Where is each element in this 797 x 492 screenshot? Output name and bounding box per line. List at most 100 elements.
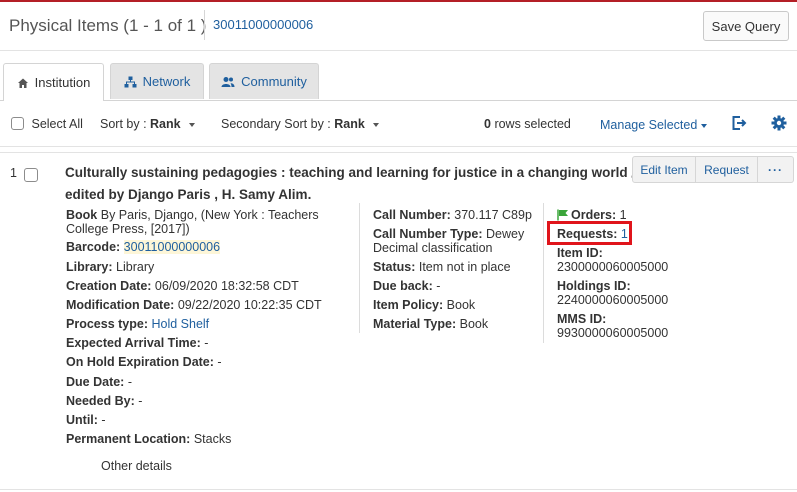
until-value: - bbox=[101, 413, 106, 427]
results-toolbar: Select All Sort by : Rank Secondary Sort… bbox=[0, 101, 797, 147]
item-policy-field: Item Policy: Book bbox=[373, 298, 475, 312]
status-value: Item not in place bbox=[418, 260, 511, 274]
select-all-checkbox[interactable] bbox=[11, 117, 24, 130]
needed-by-value: - bbox=[138, 394, 143, 408]
until-field: Until: - bbox=[66, 413, 106, 427]
result-title-line1[interactable]: Culturally sustaining pedagogies : teach… bbox=[65, 165, 635, 181]
secondary-sort-label: Secondary Sort by : bbox=[221, 117, 331, 131]
status-label: Status: bbox=[373, 260, 416, 274]
sort-by-value: Rank bbox=[150, 117, 181, 131]
tab-network-label: Network bbox=[142, 74, 191, 89]
scope-tabs: Institution Network Community bbox=[0, 63, 797, 101]
call-number-type-label: Call Number Type: bbox=[373, 227, 483, 241]
sort-by-dropdown[interactable]: Sort by : Rank bbox=[100, 117, 195, 131]
call-number-label: Call Number: bbox=[373, 208, 451, 222]
rows-selected-text: rows selected bbox=[494, 117, 571, 131]
other-details-link[interactable]: Other details bbox=[101, 459, 172, 473]
chevron-down-icon bbox=[701, 123, 708, 128]
barcode-value[interactable]: 30011000000006 bbox=[123, 240, 221, 254]
request-button[interactable]: Request bbox=[696, 156, 758, 183]
material-type-label: Material Type: bbox=[373, 317, 457, 331]
barcode-field: Barcode: 30011000000006 bbox=[66, 240, 221, 254]
sort-by-label: Sort by : bbox=[100, 117, 147, 131]
library-value: Library bbox=[116, 260, 155, 274]
mms-id-value: 9930000060005000 bbox=[557, 326, 669, 340]
permanent-location-field: Permanent Location: Stacks bbox=[66, 432, 231, 446]
process-type-label: Process type: bbox=[66, 317, 148, 331]
creation-date-label: Creation Date: bbox=[66, 279, 152, 293]
more-actions-button[interactable]: ··· bbox=[758, 156, 794, 183]
book-info-line1: Book By Paris, Django, (New York : Teach… bbox=[66, 208, 319, 222]
tab-institution[interactable]: Institution bbox=[3, 63, 104, 101]
needed-by-label: Needed By: bbox=[66, 394, 135, 408]
secondary-sort-value: Rank bbox=[334, 117, 365, 131]
result-row: 1 Culturally sustaining pedagogies : tea… bbox=[0, 152, 797, 490]
orders-value: 1 bbox=[619, 208, 627, 222]
save-query-button[interactable]: Save Query bbox=[703, 11, 789, 41]
material-type-value: Book bbox=[459, 317, 489, 331]
due-date-label: Due Date: bbox=[66, 375, 125, 389]
barcode-label: Barcode: bbox=[66, 240, 121, 254]
result-index: 1 bbox=[10, 166, 17, 180]
item-id-label: Item ID: bbox=[557, 246, 603, 260]
expected-arrival-label: Expected Arrival Time: bbox=[66, 336, 201, 350]
tab-community-label: Community bbox=[241, 74, 307, 89]
due-date-field: Due Date: - bbox=[66, 375, 132, 389]
chevron-down-icon bbox=[372, 122, 379, 127]
call-number-type-field: Call Number Type: Dewey bbox=[373, 227, 524, 241]
tab-community[interactable]: Community bbox=[209, 63, 319, 99]
rows-selected-status: 0 rows selected bbox=[484, 117, 571, 131]
manage-selected-dropdown[interactable]: Manage Selected bbox=[600, 118, 708, 132]
select-all-control[interactable]: Select All bbox=[11, 117, 83, 131]
result-title-line2[interactable]: edited by Django Paris , H. Samy Alim. bbox=[65, 187, 311, 203]
holdings-id-value: 2240000060005000 bbox=[557, 293, 669, 307]
mms-id-label: MMS ID: bbox=[557, 312, 607, 326]
on-hold-expiration-value: - bbox=[217, 355, 222, 369]
page-title: Physical Items (1 - 1 of 1 ) bbox=[9, 16, 207, 35]
holdings-id-label: Holdings ID: bbox=[557, 279, 631, 293]
search-barcode-link[interactable]: 30011000000006 bbox=[204, 10, 313, 40]
rows-selected-count: 0 bbox=[484, 117, 491, 131]
modification-date-label: Modification Date: bbox=[66, 298, 175, 312]
tab-network[interactable]: Network bbox=[110, 63, 204, 99]
item-policy-value: Book bbox=[446, 298, 476, 312]
network-icon bbox=[124, 76, 137, 87]
page-header: Physical Items (1 - 1 of 1 ) 30011000000… bbox=[0, 2, 797, 51]
tab-institution-label: Institution bbox=[34, 75, 91, 90]
creation-date-value: 06/09/2020 18:32:58 CDT bbox=[154, 279, 299, 293]
call-number-value: 370.117 C89p bbox=[454, 208, 532, 222]
gear-icon[interactable] bbox=[771, 115, 787, 131]
process-type-field: Process type: Hold Shelf bbox=[66, 317, 209, 331]
due-back-value: - bbox=[436, 279, 441, 293]
column-divider bbox=[359, 203, 360, 333]
library-label: Library: bbox=[66, 260, 113, 274]
status-field: Status: Item not in place bbox=[373, 260, 511, 274]
modification-date-value: 09/22/2020 10:22:35 CDT bbox=[177, 298, 322, 312]
expected-arrival-value: - bbox=[204, 336, 209, 350]
secondary-sort-dropdown[interactable]: Secondary Sort by : Rank bbox=[221, 117, 379, 131]
call-number-field: Call Number: 370.117 C89p bbox=[373, 208, 532, 222]
chevron-down-icon bbox=[188, 122, 195, 127]
due-back-field: Due back: - bbox=[373, 279, 440, 293]
item-id-value: 2300000060005000 bbox=[557, 260, 669, 274]
call-number-type-value-line2: Decimal classification bbox=[373, 241, 493, 255]
material-type-field: Material Type: Book bbox=[373, 317, 488, 331]
item-policy-label: Item Policy: bbox=[373, 298, 444, 312]
until-label: Until: bbox=[66, 413, 98, 427]
edit-item-button[interactable]: Edit Item bbox=[632, 156, 696, 183]
institution-icon bbox=[17, 78, 28, 88]
book-value-line2: College Press, [2017]) bbox=[66, 222, 190, 236]
needed-by-field: Needed By: - bbox=[66, 394, 142, 408]
library-field: Library: Library bbox=[66, 260, 154, 274]
community-icon bbox=[221, 76, 235, 87]
manage-selected-label: Manage Selected bbox=[600, 118, 698, 132]
process-type-value[interactable]: Hold Shelf bbox=[151, 317, 209, 331]
result-checkbox[interactable] bbox=[24, 168, 38, 182]
due-date-value: - bbox=[127, 375, 132, 389]
orders-field: Orders: 1 bbox=[571, 208, 627, 222]
export-icon[interactable] bbox=[731, 115, 747, 131]
book-value-line1: By Paris, Django, (New York : Teachers bbox=[100, 208, 319, 222]
requests-highlight-box bbox=[547, 221, 632, 245]
on-hold-expiration-label: On Hold Expiration Date: bbox=[66, 355, 214, 369]
book-label: Book bbox=[66, 208, 98, 222]
